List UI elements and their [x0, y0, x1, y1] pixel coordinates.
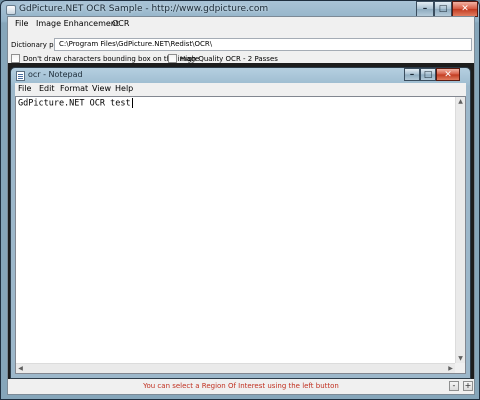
notepad-close-button[interactable]: ✕: [436, 68, 460, 81]
caption-buttons: – □ ✕: [416, 1, 478, 17]
text-caret: [131, 98, 133, 108]
status-message: You can select a Region Of Interest usin…: [143, 382, 339, 390]
client-area: File Image Enhancement OCR Dictionary pa…: [7, 16, 475, 395]
scroll-left-icon[interactable]: ◀: [16, 364, 25, 373]
zoom-in-button[interactable]: +: [463, 381, 473, 391]
menu-ocr[interactable]: OCR: [112, 19, 129, 28]
plus-icon: +: [464, 381, 472, 390]
menu-file[interactable]: File: [15, 19, 28, 28]
scroll-down-icon[interactable]: ▼: [456, 354, 465, 363]
zoom-out-button[interactable]: -: [449, 381, 459, 391]
scroll-right-icon[interactable]: ▶: [446, 364, 455, 373]
notepad-text: GdPicture.NET OCR test: [18, 98, 133, 109]
notepad-maximize-button[interactable]: □: [420, 68, 436, 81]
app-icon: [6, 5, 16, 15]
notepad-title: ocr - Notepad: [28, 70, 83, 79]
resize-grip[interactable]: [455, 363, 465, 373]
notepad-menu-help[interactable]: Help: [115, 84, 133, 93]
main-window: GdPicture.NET OCR Sample - http://www.gd…: [0, 0, 480, 400]
close-icon: ✕: [461, 4, 469, 14]
window-title: GdPicture.NET OCR Sample - http://www.gd…: [19, 4, 269, 14]
menu-image-enhancement[interactable]: Image Enhancement: [36, 19, 119, 28]
horizontal-scrollbar[interactable]: ◀ ▶: [16, 363, 455, 373]
notepad-menu-bar: File Edit Format View Help: [15, 83, 466, 96]
vertical-scrollbar[interactable]: ▲ ▼: [455, 97, 465, 373]
high-quality-label: High Quality OCR - 2 Passes: [180, 55, 278, 63]
minimize-icon: –: [422, 4, 428, 14]
close-button[interactable]: ✕: [452, 1, 478, 17]
minimize-icon: –: [409, 69, 415, 80]
status-bar: You can select a Region Of Interest usin…: [8, 379, 474, 394]
maximize-button[interactable]: □: [434, 1, 452, 17]
notepad-caption-buttons: – □ ✕: [404, 68, 460, 82]
minus-icon: -: [452, 381, 456, 390]
notepad-icon: [16, 71, 25, 81]
minimize-button[interactable]: –: [416, 1, 434, 17]
maximize-icon: □: [423, 69, 433, 80]
close-icon: ✕: [444, 69, 452, 80]
dictionary-path-input[interactable]: C:\Program Files\GdPicture.NET\Redist\OC…: [54, 38, 472, 51]
notepad-content: GdPicture.NET OCR test: [18, 98, 131, 109]
notepad-text-area[interactable]: GdPicture.NET OCR test ▲ ▼ ◀ ▶: [15, 96, 466, 374]
no-bbox-checkbox[interactable]: [11, 54, 20, 63]
high-quality-checkbox[interactable]: [168, 54, 177, 63]
notepad-menu-file[interactable]: File: [18, 84, 31, 93]
notepad-menu-view[interactable]: View: [92, 84, 111, 93]
menu-bar: File Image Enhancement OCR: [8, 17, 474, 33]
maximize-icon: □: [438, 4, 448, 14]
notepad-minimize-button[interactable]: –: [404, 68, 420, 81]
notepad-menu-edit[interactable]: Edit: [39, 84, 55, 93]
scroll-up-icon[interactable]: ▲: [456, 97, 465, 106]
notepad-window: ocr - Notepad – □ ✕ File Edit Format Vie…: [10, 67, 471, 379]
notepad-menu-format[interactable]: Format: [60, 84, 88, 93]
